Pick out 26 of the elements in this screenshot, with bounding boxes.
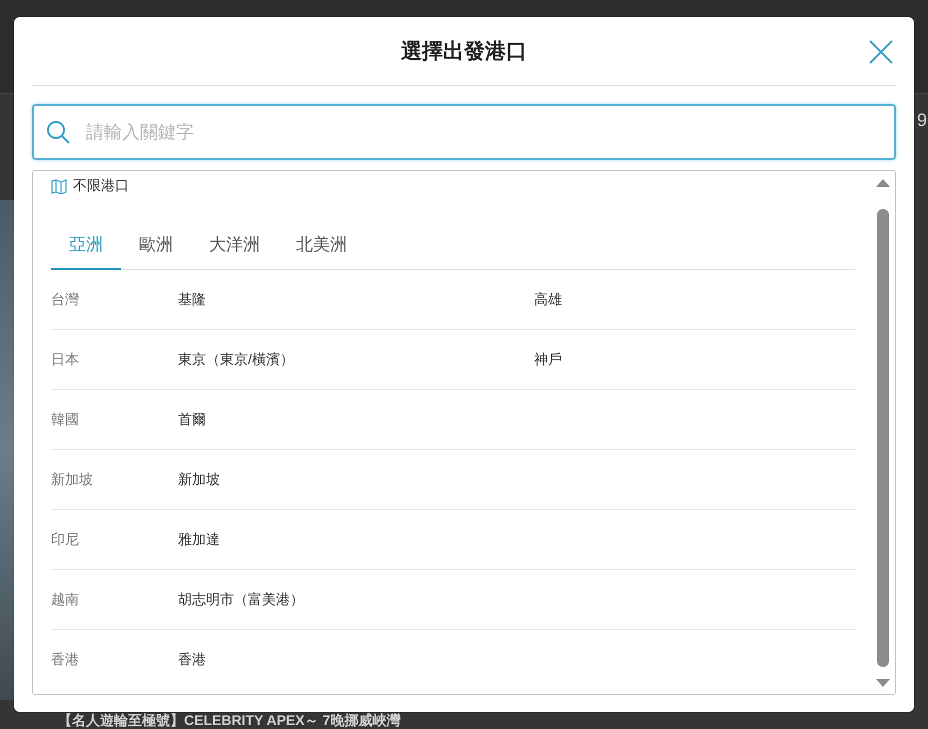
port-option[interactable]: 香港 bbox=[178, 650, 206, 668]
port-option[interactable]: 神戶 bbox=[534, 350, 562, 368]
page-text: 9 bbox=[916, 110, 927, 131]
search-icon bbox=[46, 120, 70, 144]
port-option[interactable]: 首爾 bbox=[178, 410, 206, 428]
map-icon bbox=[51, 178, 67, 194]
port-option[interactable]: 東京（東京/橫濱） bbox=[178, 350, 294, 368]
region-tab[interactable]: 歐洲 bbox=[121, 225, 191, 270]
country-label: 新加坡 bbox=[51, 470, 94, 488]
dialog-title: 選擇出發港口 bbox=[401, 39, 527, 65]
article-title: 【名人遊輪至極號】CELEBRITY APEX～ 7晚挪威峽灣 bbox=[58, 712, 400, 728]
region-tab[interactable]: 大洋洲 bbox=[191, 225, 278, 270]
port-option[interactable]: 高雄 bbox=[534, 290, 562, 308]
country-label: 日本 bbox=[51, 350, 80, 368]
search-field[interactable]: 請輸入關鍵字 bbox=[32, 104, 896, 160]
any-port-option[interactable]: 不限港口 bbox=[73, 177, 129, 195]
port-option[interactable]: 雅加達 bbox=[178, 530, 220, 548]
region-tab[interactable]: 北美洲 bbox=[278, 225, 365, 270]
country-label: 香港 bbox=[51, 650, 80, 668]
port-option[interactable]: 胡志明市（富美港） bbox=[178, 590, 304, 608]
country-label: 越南 bbox=[51, 590, 80, 608]
country-label: 台灣 bbox=[51, 290, 80, 308]
country-label: 韓國 bbox=[51, 410, 80, 428]
port-option[interactable]: 新加坡 bbox=[178, 470, 220, 488]
country-label: 印尼 bbox=[51, 530, 80, 548]
port-option[interactable]: 基隆 bbox=[178, 290, 206, 308]
